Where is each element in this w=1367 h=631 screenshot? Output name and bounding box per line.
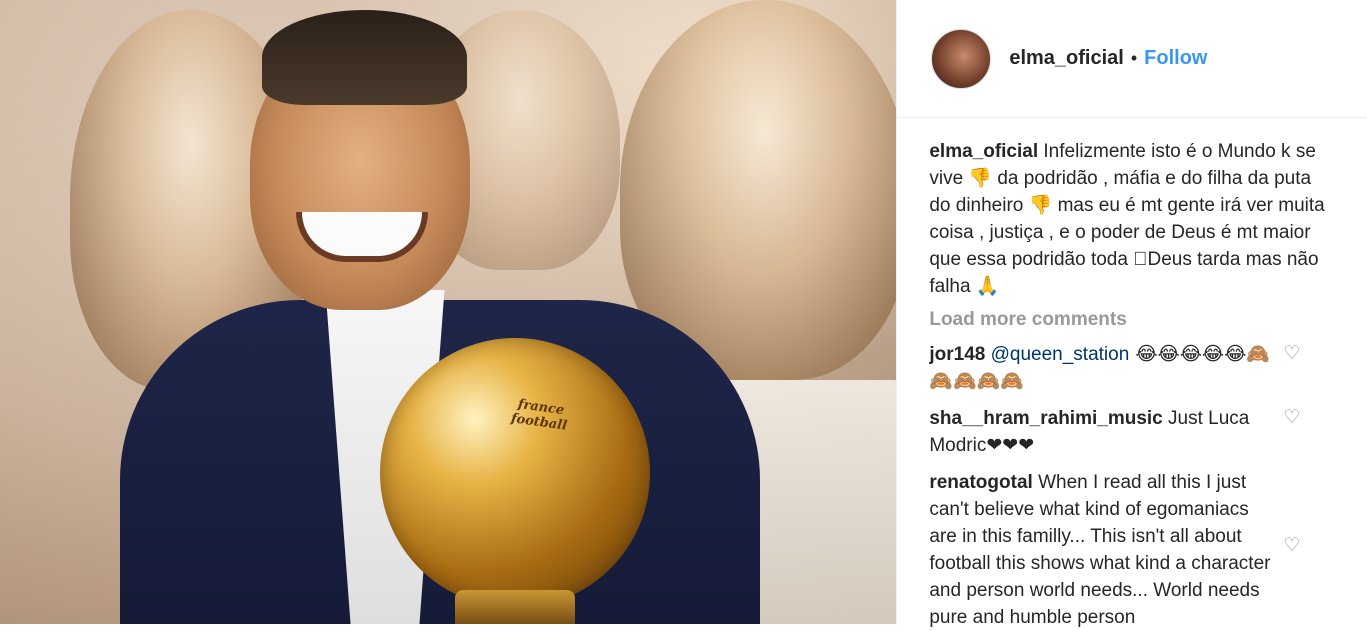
comments-section: elma_oficial Infelizmente isto é o Mundo… [897,118,1367,631]
post-viewer: france football elma_oficial • Follow el… [0,0,1367,628]
header-username[interactable]: elma_oficial [1009,47,1124,70]
avatar[interactable] [931,28,992,89]
comment-item: renatogotal When I read all this I just … [929,469,1300,631]
post-caption: elma_oficial Infelizmente isto é o Mundo… [929,138,1329,300]
post-sidebar: elma_oficial • Follow elma_oficial Infel… [896,0,1367,628]
post-photo[interactable]: france football [0,0,897,624]
header-separator: • [1130,48,1138,68]
comment-username[interactable]: renatogotal [929,472,1032,493]
comment-item: jor148 @queen_station 😂😂😂😂😂🙈🙈🙈🙈🙈 ♡ [929,341,1300,395]
comment-username[interactable]: jor148 [929,344,985,365]
follow-button[interactable]: Follow [1144,47,1207,70]
person-hair [262,10,467,105]
golden-ball-base [455,590,575,624]
heart-outline-icon[interactable]: ♡ [1283,344,1303,363]
heart-outline-icon[interactable]: ♡ [1283,408,1303,427]
caption-text: Infelizmente isto é o Mundo k se vive 👎 … [929,141,1325,297]
comment-mention[interactable]: @queen_station [991,344,1130,365]
comment-item: sha__hram_rahimi_music Just Luca Modric❤… [929,405,1300,459]
caption-username[interactable]: elma_oficial [929,141,1038,162]
comment-text: When I read all this I just can't believ… [929,472,1271,628]
comment-username[interactable]: sha__hram_rahimi_music [929,408,1162,429]
golden-ball-trophy [380,338,650,608]
heart-outline-icon[interactable]: ♡ [1283,536,1303,555]
post-header: elma_oficial • Follow [897,0,1367,118]
load-more-comments-button[interactable]: Load more comments [929,309,1341,331]
